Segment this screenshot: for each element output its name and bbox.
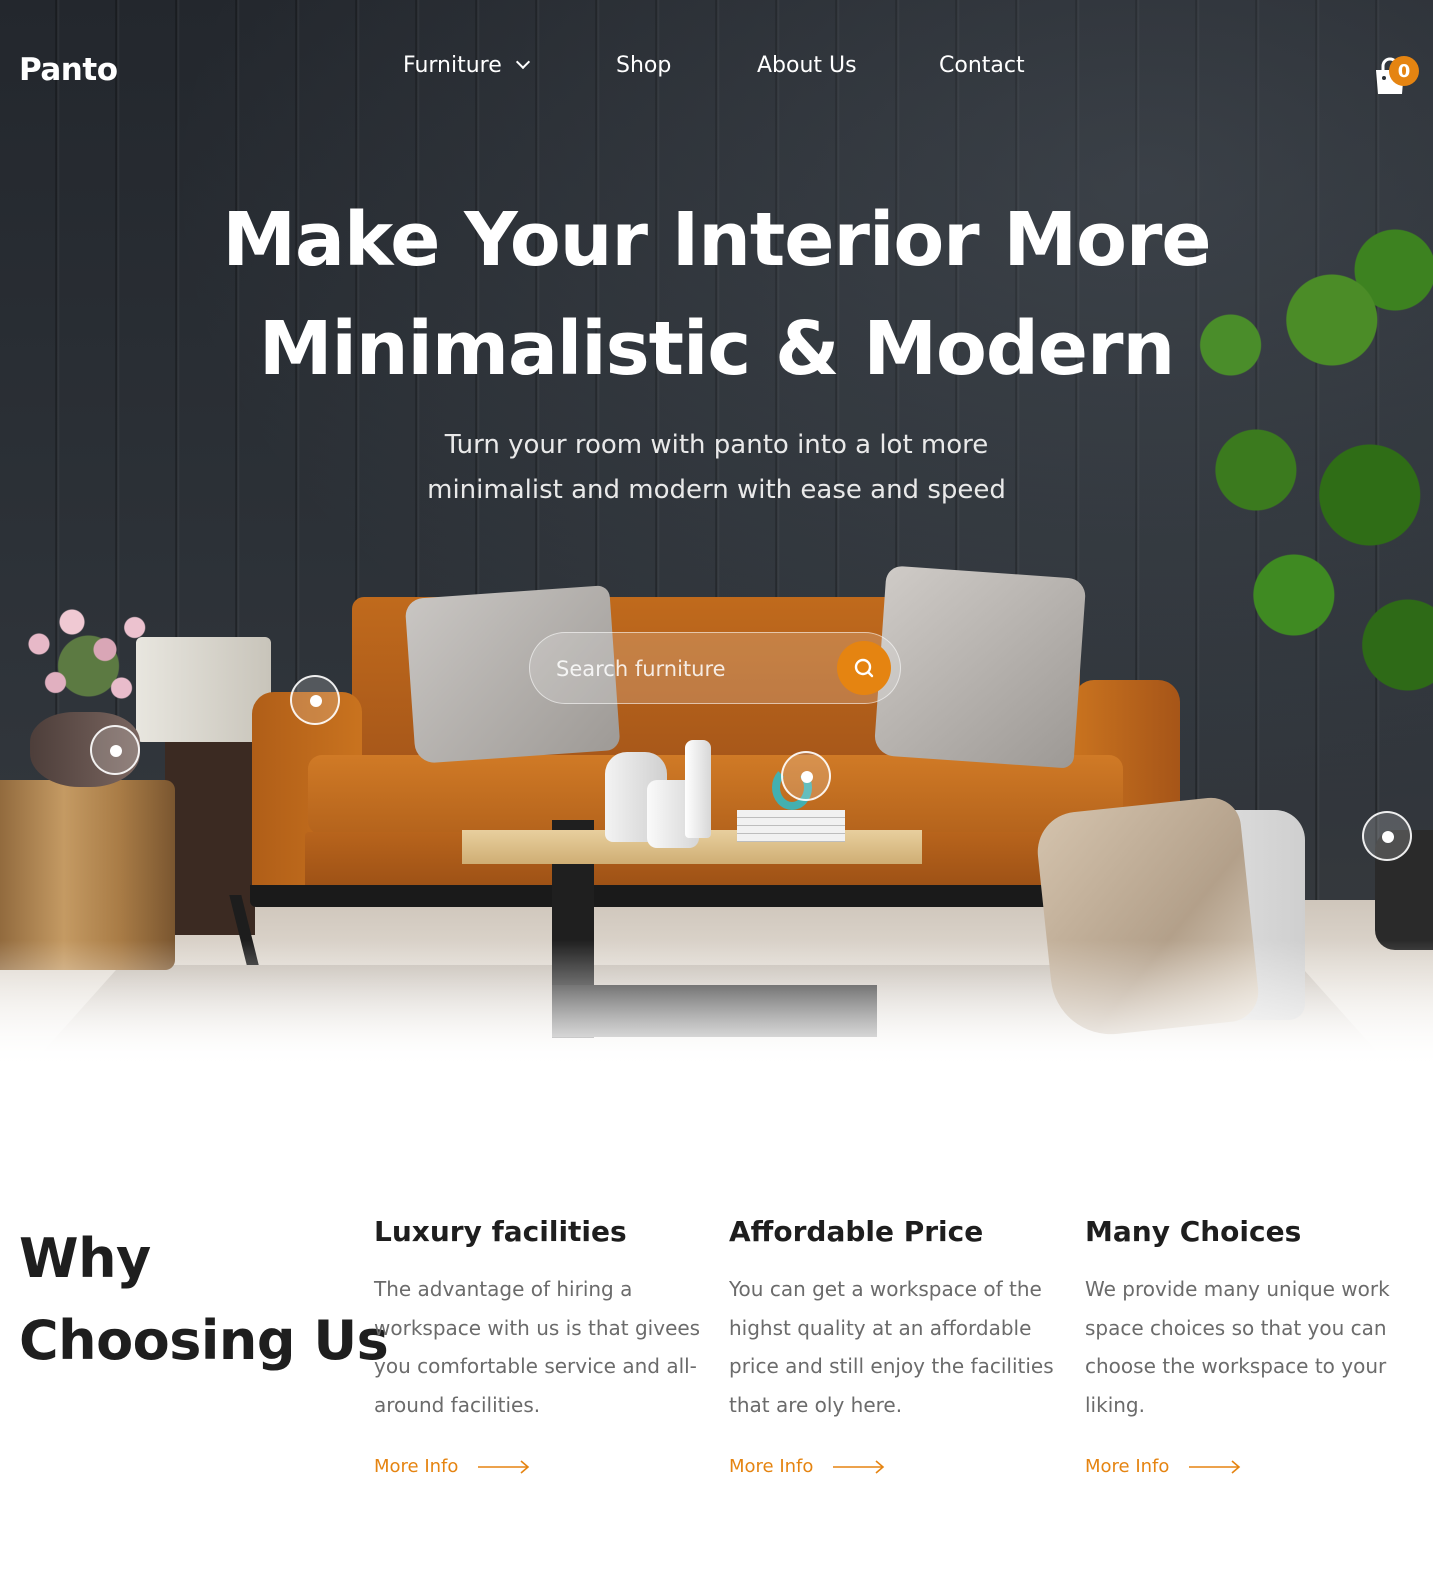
cart-count-badge: 0 — [1389, 56, 1419, 86]
nav-furniture-label: Furniture — [403, 53, 502, 78]
logo[interactable]: Panto — [19, 52, 118, 88]
hero-title-line-1: Make Your Interior More — [222, 197, 1211, 283]
search-bar — [529, 632, 901, 704]
chevron-down-icon — [515, 54, 530, 70]
hero-section: Panto Furniture Shop About Us Contact 0 … — [0, 0, 1433, 1075]
product-hotspot[interactable] — [781, 751, 831, 801]
books — [737, 810, 845, 842]
pillow-right — [873, 565, 1087, 769]
more-info-link[interactable]: More Info — [374, 1456, 530, 1477]
flowers-image — [6, 600, 171, 710]
more-info-label: More Info — [1085, 1456, 1170, 1477]
feature-card: Affordable Price You can get a workspace… — [729, 1215, 1059, 1432]
search-icon — [854, 658, 874, 678]
feature-card: Many Choices We provide many unique work… — [1085, 1215, 1415, 1432]
why-title-line-2: Choosing Us — [19, 1309, 389, 1372]
arrow-right-icon — [478, 1459, 530, 1474]
hero-subtitle-line-1: Turn your room with panto into a lot mor… — [444, 430, 989, 460]
product-hotspot[interactable] — [1362, 811, 1412, 861]
hero-title-line-2: Minimalistic & Modern — [258, 306, 1175, 392]
why-title: Why Choosing Us — [19, 1218, 389, 1382]
product-hotspot[interactable] — [290, 675, 340, 725]
vase — [685, 740, 711, 838]
more-info-link[interactable]: More Info — [729, 1456, 885, 1477]
more-info-label: More Info — [729, 1456, 814, 1477]
feature-title: Luxury facilities — [374, 1215, 627, 1248]
plant-image — [1180, 220, 1433, 720]
feature-title: Affordable Price — [729, 1215, 984, 1248]
hero-subtitle-line-2: minimalist and modern with ease and spee… — [427, 475, 1006, 505]
more-info-link[interactable]: More Info — [1085, 1456, 1241, 1477]
nav-about-us[interactable]: About Us — [757, 53, 857, 78]
feature-text: The advantage of hiring a workspace with… — [374, 1277, 701, 1417]
feature-text: We provide many unique work space choice… — [1085, 1277, 1390, 1417]
arrow-right-icon — [833, 1459, 885, 1474]
why-title-line-1: Why — [19, 1227, 151, 1290]
nav-furniture[interactable]: Furniture — [403, 53, 530, 78]
feature-card: Luxury facilities The advantage of hirin… — [374, 1215, 704, 1432]
more-info-label: More Info — [374, 1456, 459, 1477]
search-button[interactable] — [837, 641, 891, 695]
feature-title: Many Choices — [1085, 1215, 1302, 1248]
sofa-seat — [308, 755, 1123, 835]
feature-text: You can get a workspace of the highst qu… — [729, 1277, 1054, 1417]
nav-contact[interactable]: Contact — [939, 53, 1025, 78]
arrow-right-icon — [1189, 1459, 1241, 1474]
nav-shop[interactable]: Shop — [616, 53, 671, 78]
search-input[interactable] — [556, 653, 826, 685]
product-hotspot[interactable] — [90, 725, 140, 775]
